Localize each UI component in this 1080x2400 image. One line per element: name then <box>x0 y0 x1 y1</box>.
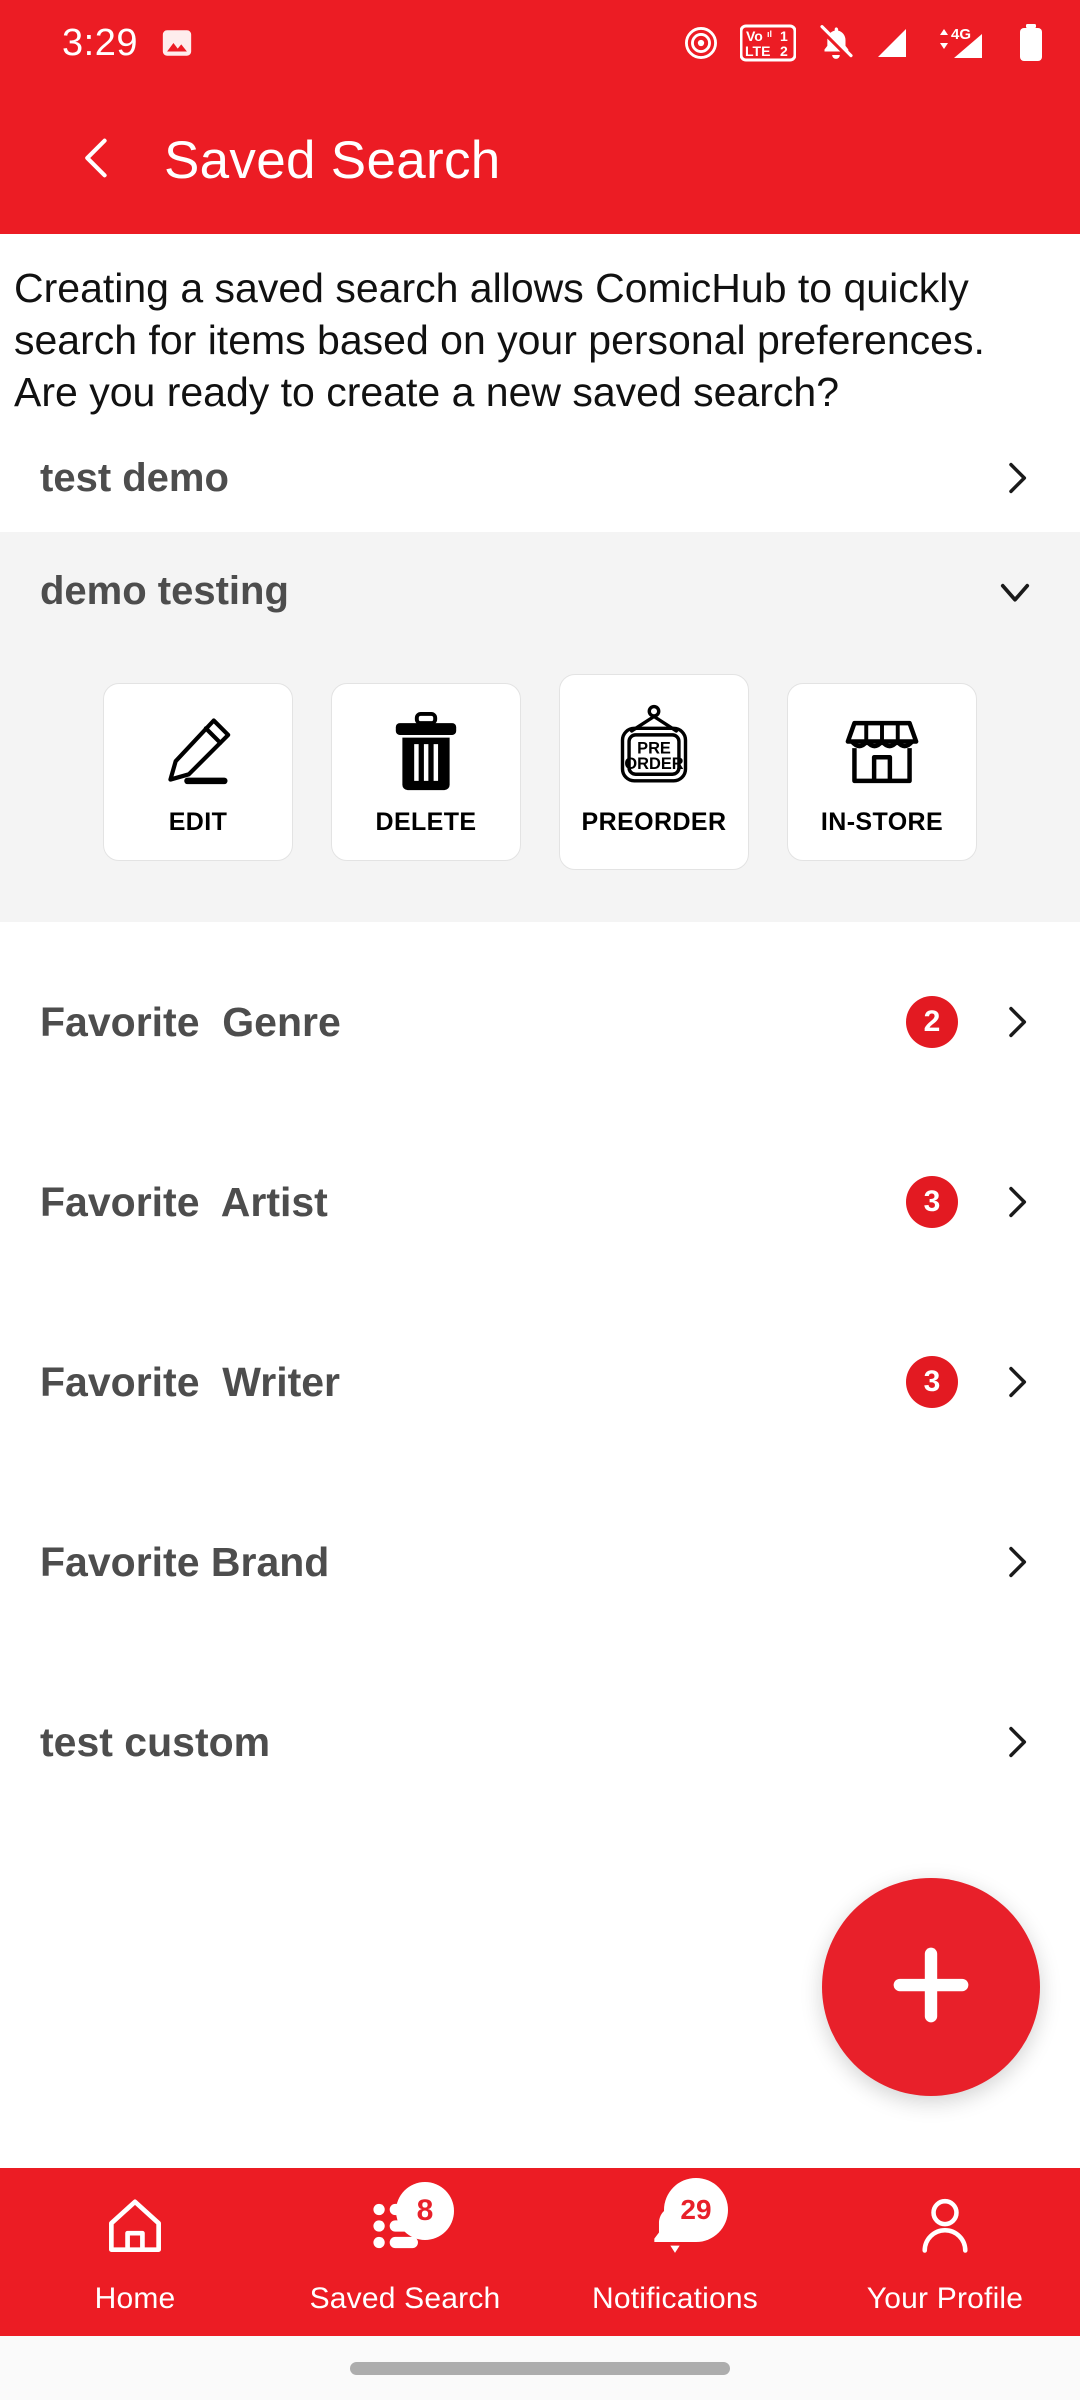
preference-row-right <box>996 1722 1036 1762</box>
image-icon <box>160 26 194 60</box>
preference-label: Favorite Artist <box>40 1178 328 1225</box>
home-icon <box>102 2193 168 2264</box>
svg-text:4G: 4G <box>951 26 971 43</box>
app-bar: Saved Search <box>0 86 1080 234</box>
preference-row-favorite-genre[interactable]: Favorite Genre 2 <box>0 932 1080 1112</box>
edit-button[interactable]: EDIT <box>103 683 293 862</box>
count-badge: 3 <box>906 1356 958 1409</box>
status-clock: 3:29 <box>62 21 138 64</box>
nav-label: Your Profile <box>866 2282 1024 2315</box>
person-icon <box>913 2193 977 2264</box>
hotspot-icon <box>682 24 720 62</box>
chevron-right-icon[interactable] <box>996 1002 1036 1042</box>
person-icon-wrap <box>913 2188 977 2268</box>
nav-item-notifications[interactable]: 29 Notifications <box>540 2168 810 2336</box>
count-badge: 2 <box>906 996 958 1049</box>
svg-text:ıl: ıl <box>767 29 772 39</box>
saved-search-row-right <box>996 458 1036 498</box>
preference-row-test-custom[interactable]: test custom <box>0 1652 1080 1832</box>
nav-badge: 8 <box>396 2182 454 2240</box>
signal-bars-icon <box>876 26 914 60</box>
action-card-list: EDIT DELETE PRE ORDER PREORDER IN-STORE <box>0 650 1080 922</box>
list-icon-wrap: 8 <box>372 2182 454 2268</box>
preference-row-right: 2 <box>906 996 1036 1049</box>
action-label: IN-STORE <box>820 807 944 836</box>
preference-list: Favorite Genre 2 Favorite Artist 3 Favor… <box>0 922 1080 1832</box>
page-title: Saved Search <box>164 130 501 190</box>
storefront-icon <box>840 708 924 794</box>
plus-icon <box>876 1930 986 2045</box>
chevron-right-icon[interactable] <box>996 1542 1036 1582</box>
chevron-right-icon[interactable] <box>996 1182 1036 1222</box>
preference-row-right <box>996 1542 1036 1582</box>
preference-label: Favorite Genre <box>40 998 341 1045</box>
gesture-nav-bar <box>0 2336 1080 2400</box>
notifications-muted-icon <box>816 23 856 63</box>
saved-search-name: demo testing <box>40 568 289 613</box>
preorder-sign-icon: PRE ORDER <box>612 704 696 794</box>
nav-item-your-profile[interactable]: Your Profile <box>810 2168 1080 2336</box>
battery-icon <box>1018 23 1044 63</box>
saved-search-group-header[interactable]: demo testing <box>0 532 1080 650</box>
status-bar: 3:29 Vo ıl 1 LTE 2 4G <box>0 0 1080 86</box>
preference-row-right: 3 <box>906 1176 1036 1229</box>
bottom-navigation: Home 8 Saved Search 29 Notifications You… <box>0 2168 1080 2336</box>
status-bar-right: Vo ıl 1 LTE 2 4G <box>682 23 1044 63</box>
action-label: EDIT <box>168 807 228 836</box>
phone-screen: 3:29 Vo ıl 1 LTE 2 4G Saved Search Creat… <box>0 0 1080 2400</box>
svg-text:LTE: LTE <box>745 43 770 59</box>
chevron-down-icon[interactable] <box>994 570 1036 612</box>
preorder-button[interactable]: PRE ORDER PREORDER <box>559 674 749 871</box>
trash-icon <box>388 708 464 794</box>
nav-label: Home <box>94 2282 176 2315</box>
add-saved-search-fab[interactable] <box>822 1878 1040 2096</box>
svg-text:Vo: Vo <box>746 28 763 44</box>
preference-label: Favorite Brand <box>40 1538 330 1585</box>
svg-text:2: 2 <box>780 43 788 59</box>
home-indicator[interactable] <box>350 2361 730 2375</box>
svg-text:1: 1 <box>780 28 788 44</box>
delete-button[interactable]: DELETE <box>331 683 521 862</box>
preference-row-right: 3 <box>906 1356 1036 1409</box>
chevron-left-icon <box>71 132 123 189</box>
nav-badge: 29 <box>664 2178 728 2242</box>
saved-search-group-demo-testing: demo testing EDIT DELETE PRE ORDER PREOR… <box>0 532 1080 923</box>
status-bar-left: 3:29 <box>62 22 194 65</box>
back-button[interactable] <box>58 121 136 199</box>
nav-item-home[interactable]: Home <box>0 2168 270 2336</box>
nav-label: Saved Search <box>309 2282 501 2315</box>
count-badge: 3 <box>906 1176 958 1229</box>
bell-icon-wrap: 29 <box>644 2178 728 2268</box>
preference-row-favorite-writer[interactable]: Favorite Writer 3 <box>0 1292 1080 1472</box>
nav-label: Notifications <box>591 2282 758 2315</box>
action-label: DELETE <box>375 807 477 836</box>
home-icon-wrap <box>102 2188 168 2268</box>
preference-row-favorite-brand[interactable]: Favorite Brand <box>0 1472 1080 1652</box>
preorder-sign-line2: ORDER <box>624 755 683 773</box>
nav-item-saved-search[interactable]: 8 Saved Search <box>270 2168 540 2336</box>
preference-label: test custom <box>40 1718 271 1765</box>
preference-row-favorite-artist[interactable]: Favorite Artist 3 <box>0 1112 1080 1292</box>
chevron-right-icon[interactable] <box>996 1362 1036 1402</box>
in-store-button[interactable]: IN-STORE <box>787 683 977 862</box>
volte-dual-sim-icon: Vo ıl 1 LTE 2 <box>740 24 796 62</box>
chevron-right-icon[interactable] <box>996 1722 1036 1762</box>
intro-text: Creating a saved search allows ComicHub … <box>14 265 985 416</box>
main-content: Creating a saved search allows ComicHub … <box>0 234 1080 2168</box>
chevron-right-icon[interactable] <box>996 458 1036 498</box>
pencil-icon <box>156 708 240 794</box>
saved-search-name: test demo <box>40 455 229 500</box>
saved-search-row-test-demo[interactable]: test demo <box>0 424 1080 532</box>
preference-label: Favorite Writer <box>40 1358 340 1405</box>
data-4g-icon: 4G <box>934 25 998 61</box>
action-label: PREORDER <box>581 807 727 836</box>
